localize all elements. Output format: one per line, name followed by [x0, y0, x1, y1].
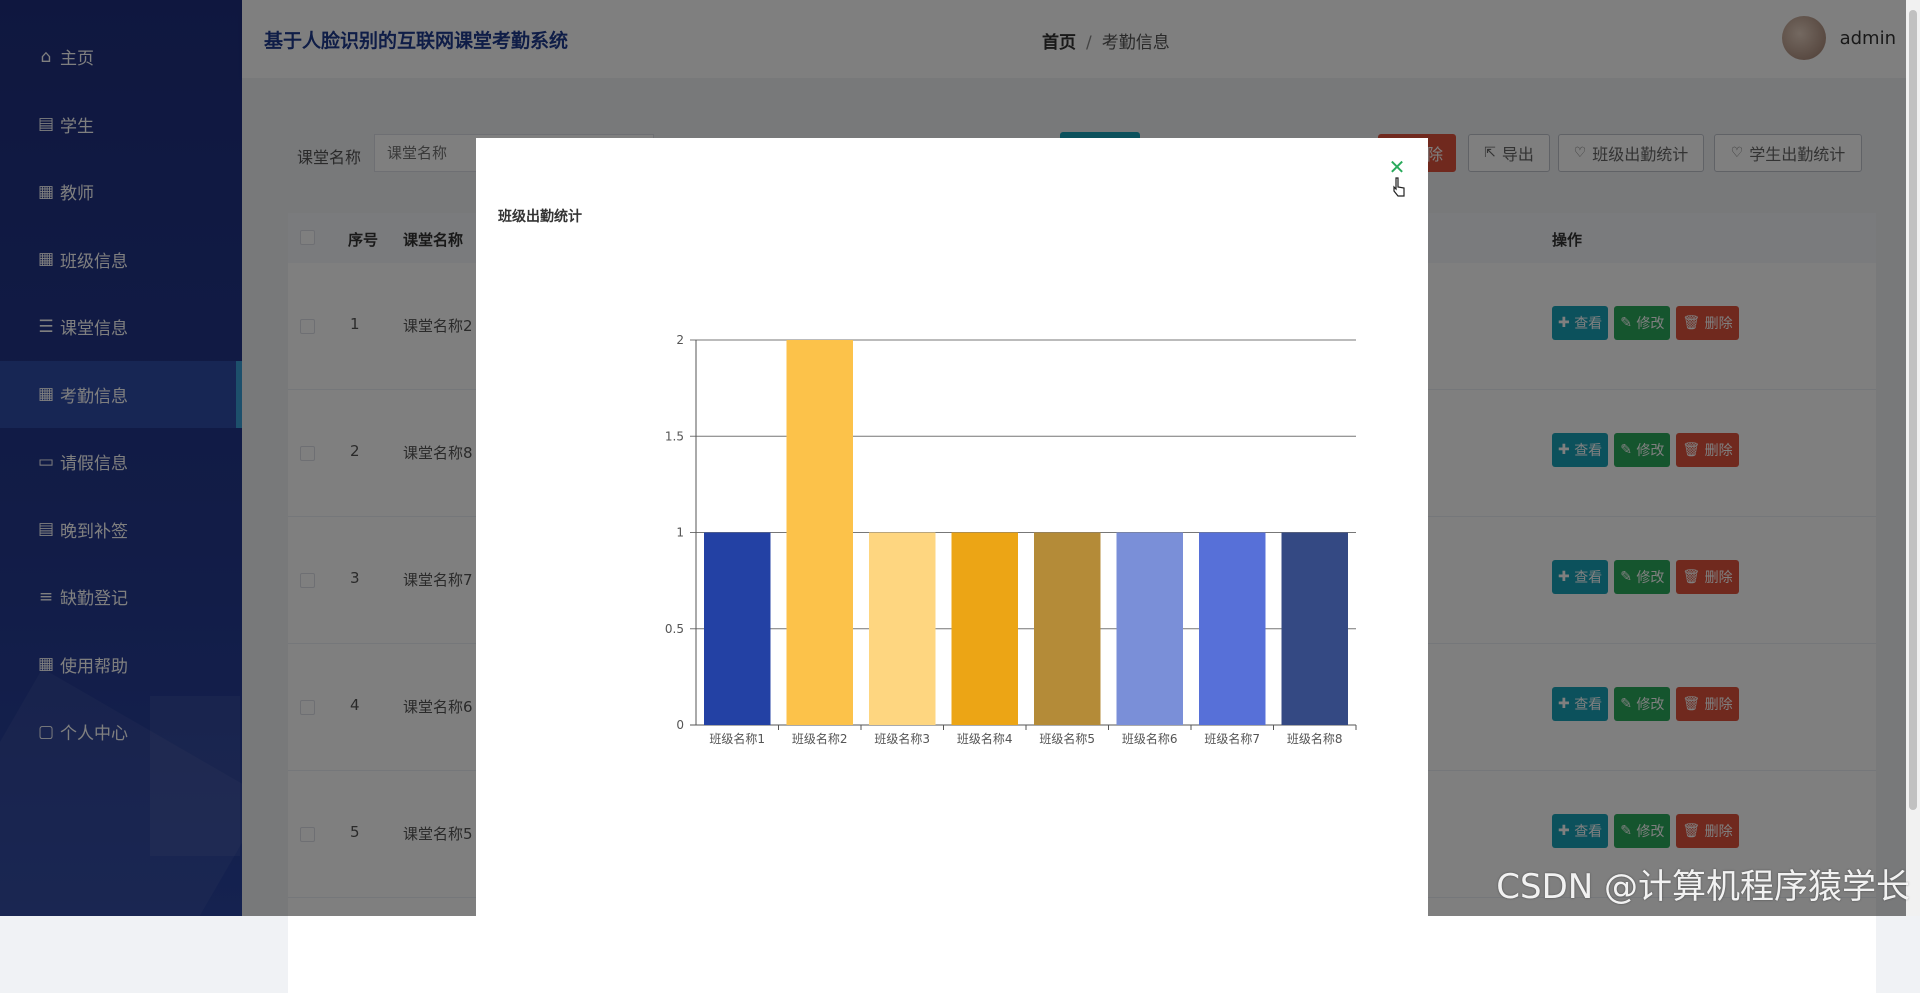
x-tick-label: 班级名称1	[709, 731, 765, 746]
chart-subtitle: 班级出勤统计	[498, 206, 582, 226]
y-tick-label: 0	[676, 718, 684, 732]
bar	[869, 533, 936, 726]
bar	[704, 533, 771, 726]
mouse-cursor-icon	[1392, 177, 1406, 197]
bar-chart: 0 0.5 1 1.5 2 班级名称1 班级名称2 班级名称3 班级名称4 班级名称5 班级名称6 班…	[476, 238, 1428, 838]
class-attendance-modal: ✕ 班级出勤统计 0 0.5 1 1.5 2 班级名称1 班级名称2 班级名称3 班级名称4 班级…	[476, 138, 1428, 928]
y-tick-label: 2	[676, 333, 684, 347]
close-icon[interactable]: ✕	[1386, 156, 1408, 178]
bar	[1034, 533, 1101, 726]
bar	[1282, 533, 1349, 726]
x-tick-label: 班级名称7	[1204, 731, 1260, 746]
x-tick-label: 班级名称2	[792, 731, 848, 746]
y-tick-label: 0.5	[665, 622, 684, 636]
x-tick-label: 班级名称3	[874, 731, 930, 746]
x-tick-label: 班级名称8	[1287, 731, 1343, 746]
x-tick-label: 班级名称4	[957, 731, 1013, 746]
bar	[787, 340, 854, 725]
x-tick-label: 班级名称6	[1122, 731, 1178, 746]
bar	[952, 533, 1019, 726]
scrollbar-thumb[interactable]	[1909, 10, 1917, 810]
y-tick-label: 1.5	[665, 429, 684, 443]
x-tick-label: 班级名称5	[1039, 731, 1095, 746]
bar	[1117, 533, 1184, 726]
bar	[1199, 533, 1266, 726]
page-scrollbar[interactable]	[1906, 0, 1920, 916]
y-tick-label: 1	[676, 526, 684, 540]
watermark: CSDN @计算机程序猿学长	[1496, 859, 1910, 908]
